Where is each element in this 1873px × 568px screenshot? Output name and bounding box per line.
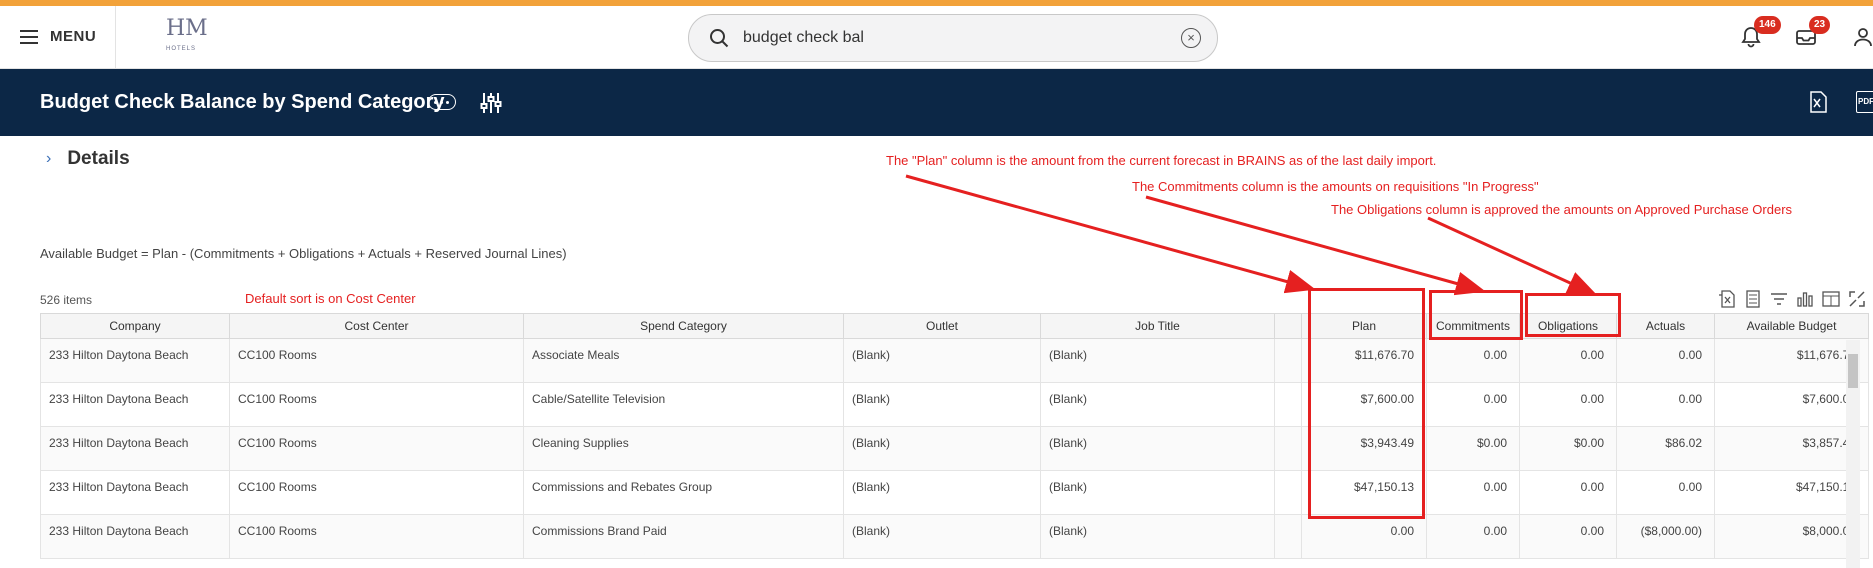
arrow-commitments — [1145, 195, 1486, 296]
annotation-arrows — [905, 174, 1598, 296]
arrow-plan — [905, 174, 1316, 294]
